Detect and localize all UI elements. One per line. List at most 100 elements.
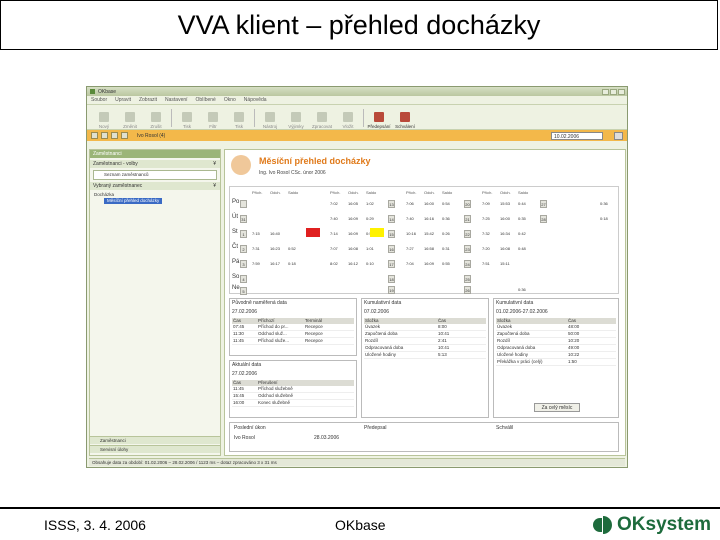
menu-item[interactable]: Zobrazit [139, 97, 157, 103]
time-cell: 16:58 [424, 246, 435, 251]
menu-item[interactable]: Nastavení [165, 97, 188, 103]
day-number-button[interactable]: 31 [240, 215, 247, 223]
week-day-button[interactable]: 18 [388, 275, 395, 283]
week-day-button[interactable]: 23 [464, 245, 471, 253]
prev-button[interactable] [101, 132, 108, 139]
table-row[interactable]: 07:45 Příchod do pr... Recepce [232, 324, 354, 331]
week-day-button[interactable]: 26 [464, 286, 471, 294]
week-day-button[interactable]: 21 [464, 215, 471, 223]
time-cell: 7:20 [482, 246, 490, 251]
section-employee-options[interactable]: Zaměstnanci - volby ¥ [90, 160, 220, 168]
week-day-button[interactable]: 20 [464, 200, 471, 208]
toolbar-button[interactable]: Filtr [200, 107, 226, 129]
week-day-button[interactable]: 17 [388, 260, 395, 268]
menu-item[interactable]: Soubor [91, 97, 107, 103]
table-row[interactable]: Započtená doba 50:00 [496, 331, 616, 338]
table-row[interactable]: 16:00 Konec služebně [232, 400, 354, 407]
calendar-icon[interactable] [614, 131, 623, 140]
menu-item[interactable]: Okno [224, 97, 236, 103]
day-number-button[interactable] [240, 200, 247, 208]
column-header: Saldo [366, 190, 377, 195]
table-row[interactable]: Rozdíl 2:41 [364, 338, 486, 345]
week-day-button[interactable]: 14 [388, 215, 395, 223]
collapse-icon[interactable]: ¥ [213, 182, 216, 190]
week-day-button[interactable]: 24 [464, 260, 471, 268]
toolbar-button[interactable]: Nástroj [257, 107, 283, 129]
first-button[interactable] [91, 132, 98, 139]
menu-item[interactable]: Upravit [115, 97, 131, 103]
table-row[interactable]: 15:45 Odchod služebně [232, 393, 354, 400]
month-data-table: Složka Čas Úvazek 48:00 Započtená doba 50:00 R… [496, 318, 616, 366]
table-row[interactable]: Úvazek 8:00 [364, 324, 486, 331]
time-cell: 16:34 [500, 231, 511, 236]
table-row[interactable]: Rozdíl 10:20 [496, 338, 616, 345]
toolbar-button-label: Tisk [234, 124, 244, 129]
time-cell: 0:10 [366, 261, 374, 266]
table-cell: Započtená doba [497, 331, 530, 336]
toolbar-button[interactable]: Předepsání [366, 107, 392, 129]
table-row[interactable]: 11:30 Odchod služ... Recepce [232, 331, 354, 338]
day-number-button[interactable]: 1 [240, 230, 247, 238]
close-button[interactable] [618, 88, 625, 95]
toolbar-button[interactable]: Výjimky [283, 107, 309, 129]
time-cell: 16:40 [270, 231, 281, 236]
table-row[interactable]: Započtená doba 10:41 [364, 331, 486, 338]
week-day-button[interactable]: 28 [540, 215, 547, 223]
time-cell: 15:11 [500, 261, 510, 266]
day-number-button[interactable]: 4 [240, 275, 247, 283]
time-cell: 0:54 [442, 201, 450, 206]
whole-month-button[interactable]: Za celý měsíc [534, 403, 580, 412]
week-day-button[interactable]: 27 [540, 200, 547, 208]
last-button[interactable] [121, 132, 128, 139]
time-cell: 0:35 [518, 216, 526, 221]
table-cell: Odchod služebně [258, 393, 294, 398]
menu-item[interactable]: Oblíbené [196, 97, 216, 103]
table-cell: 07:45 [233, 324, 245, 329]
week-day-button[interactable]: 25 [464, 275, 471, 283]
maximize-button[interactable] [610, 88, 617, 95]
table-row[interactable]: Odpracovaná doba 49:00 [496, 345, 616, 352]
date-field[interactable]: 10.02.2006 [551, 131, 603, 140]
day-number-button[interactable]: 3 [240, 260, 247, 268]
table-row[interactable]: Úvazek 48:00 [496, 324, 616, 331]
nav-employees[interactable]: Zaměstnanci [90, 436, 220, 444]
section-selected-employee[interactable]: Vybraný zaměstnanec ¥ [90, 182, 220, 190]
time-cell: 7:09 [482, 201, 490, 206]
menu-item[interactable]: Nápověda [244, 97, 267, 103]
time-cell: 0:52 [288, 246, 296, 251]
week-day-button[interactable]: 15 [388, 230, 395, 238]
toolbar-button[interactable]: Zrušit [143, 107, 169, 129]
day-number-button[interactable]: 5 [240, 287, 247, 295]
week-day-button[interactable]: 22 [464, 230, 471, 238]
toolbar-button[interactable]: Tisk [226, 107, 252, 129]
column-header: Saldo [442, 190, 453, 195]
left-panel: Zaměstnanci Zaměstnanci - volby ¥ Seznam … [89, 149, 221, 456]
table-row[interactable]: Uložené hodiny 5:13 [364, 352, 486, 359]
table-row[interactable]: 11:45 Příchod služebně [232, 386, 354, 393]
employee-list-link[interactable]: Seznam zaměstnanců [93, 170, 217, 180]
nav-service-tasks[interactable]: Servisní úlohy [90, 445, 220, 453]
toolbar-button[interactable]: Vložit [335, 107, 361, 129]
approval-panel: Poslední úkon Předepsal Schválil Ivo Ros… [229, 422, 619, 452]
table-row[interactable]: Odpracovaná doba 10:41 [364, 345, 486, 352]
tree-item-monthly-overview[interactable]: Měsíční přehled docházky [104, 198, 163, 204]
last-action-label: Poslední úkon [234, 425, 266, 431]
next-button[interactable] [111, 132, 118, 139]
collapse-icon[interactable]: ¥ [213, 160, 216, 168]
table-row[interactable]: Překážka v práci (celý) 1:50 [496, 359, 616, 366]
table-row[interactable]: 11:45 Příchod služe... Recepce [232, 338, 354, 345]
time-cell: 0:36 [518, 287, 526, 292]
toolbar-button[interactable]: Nový [91, 107, 117, 129]
week-day-button[interactable]: 19 [388, 286, 395, 294]
toolbar-button[interactable]: Zpracovat [309, 107, 335, 129]
week-day-button[interactable]: 13 [388, 200, 395, 208]
day-number-button[interactable]: 2 [240, 245, 247, 253]
column-header: Saldo [288, 190, 299, 195]
toolbar-button[interactable]: Tisk [174, 107, 200, 129]
minimize-button[interactable] [602, 88, 609, 95]
last-action-date: 28.03.2006 [314, 435, 340, 441]
week-day-button[interactable]: 16 [388, 245, 395, 253]
toolbar-button[interactable]: Schválení [392, 107, 418, 129]
table-row[interactable]: Uložené hodiny 10:22 [496, 352, 616, 359]
toolbar-button[interactable]: Změnit [117, 107, 143, 129]
